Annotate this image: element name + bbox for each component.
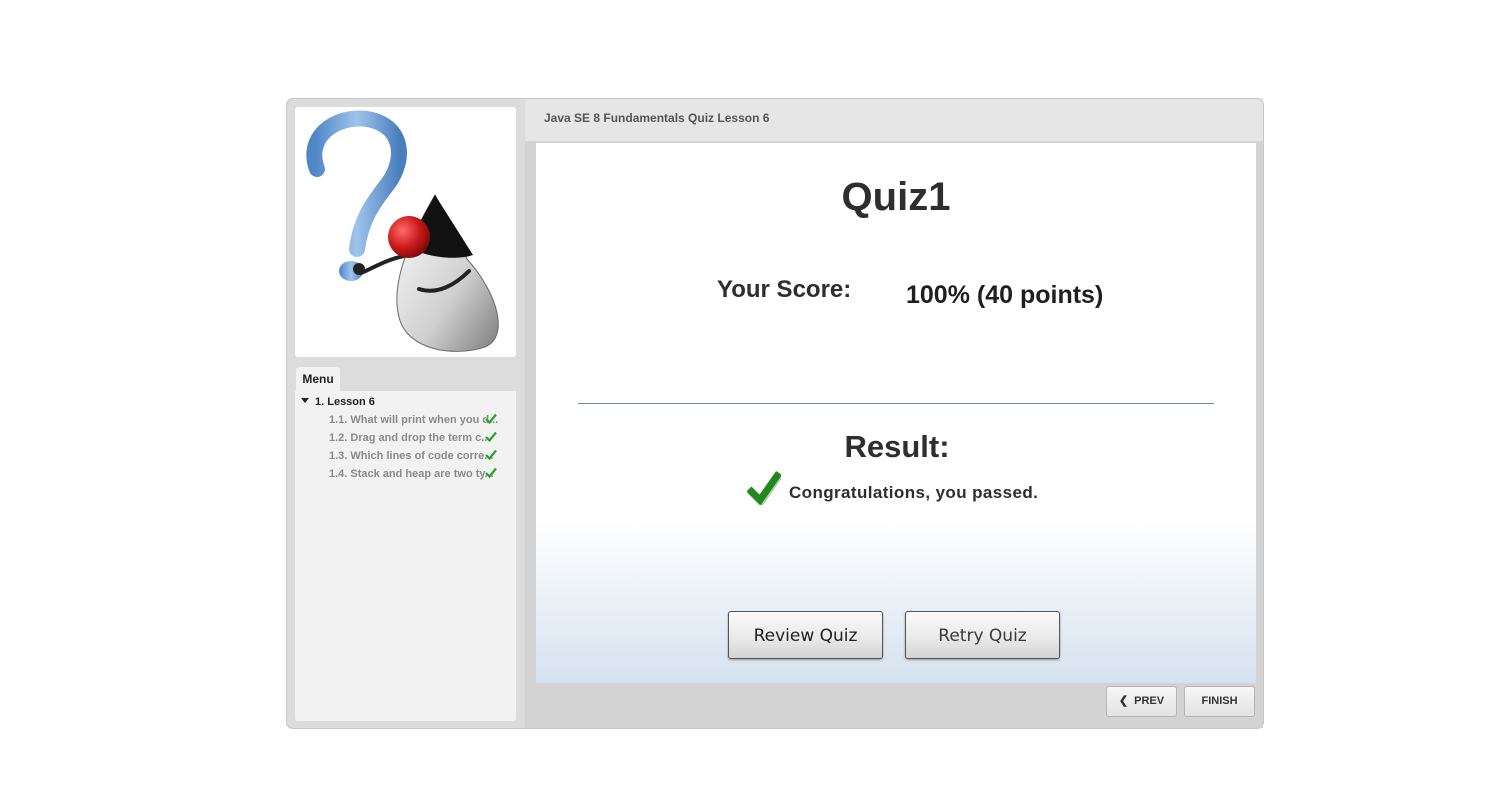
- menu-item-1-3[interactable]: 1.3. Which lines of code corre...: [329, 447, 511, 465]
- quiz-title: Quiz1: [841, 175, 951, 219]
- course-title: Java SE 8 Fundamentals Quiz Lesson 6: [544, 111, 770, 125]
- check-icon: [485, 413, 497, 424]
- result-message: Congratulations, you passed.: [789, 483, 1039, 502]
- menu-item-1-1[interactable]: 1.1. What will print when you d...: [329, 411, 511, 429]
- score-value: 100% (40 points): [906, 281, 1104, 309]
- menu-panel: 1. Lesson 6 1.1. What will print when yo…: [295, 391, 516, 721]
- menu-item-label: 1.1. What will print when you d...: [329, 414, 499, 426]
- finish-button[interactable]: FINISH: [1184, 686, 1255, 717]
- logo-panel: [295, 107, 516, 357]
- menu-item-label: 1.2. Drag and drop the term c...: [329, 432, 491, 444]
- duke-question-mark-icon: [306, 110, 499, 352]
- lesson-label: 1. Lesson 6: [315, 396, 375, 408]
- prev-label: PREV: [1134, 695, 1165, 707]
- check-icon: [485, 449, 497, 460]
- menu-lesson-item[interactable]: 1. Lesson 6: [301, 396, 375, 408]
- menu-item-1-2[interactable]: 1.2. Drag and drop the term c...: [329, 429, 511, 447]
- prev-button[interactable]: ❮ PREV: [1106, 686, 1177, 717]
- check-icon: [485, 431, 497, 442]
- menu-item-1-4[interactable]: 1.4. Stack and heap are two ty...: [329, 465, 511, 483]
- tab-menu[interactable]: Menu: [296, 367, 340, 391]
- result-label: Result:: [844, 429, 950, 464]
- sidebar: Menu 1. Lesson 6 1.1. What will print wh…: [287, 99, 525, 728]
- score-label: Your Score:: [717, 276, 852, 303]
- title-bar: Java SE 8 Fundamentals Quiz Lesson 6: [525, 99, 1263, 141]
- menu-item-label: 1.3. Which lines of code corre...: [329, 450, 494, 462]
- review-quiz-button[interactable]: Review Quiz: [728, 611, 883, 659]
- check-icon: [485, 467, 497, 478]
- quiz-result-slide: Quiz1 Your Score: 100% (40 points) Resul…: [536, 143, 1256, 683]
- main-area: Java SE 8 Fundamentals Quiz Lesson 6 Qui…: [525, 99, 1263, 728]
- chevron-left-icon: ❮: [1118, 695, 1129, 707]
- expand-triangle-icon[interactable]: [301, 398, 309, 403]
- menu-item-label: 1.4. Stack and heap are two ty...: [329, 468, 494, 480]
- retry-quiz-button[interactable]: Retry Quiz: [905, 611, 1060, 659]
- passed-check-icon: [747, 470, 781, 505]
- divider: [578, 403, 1214, 404]
- quiz-player: Menu 1. Lesson 6 1.1. What will print wh…: [286, 98, 1264, 729]
